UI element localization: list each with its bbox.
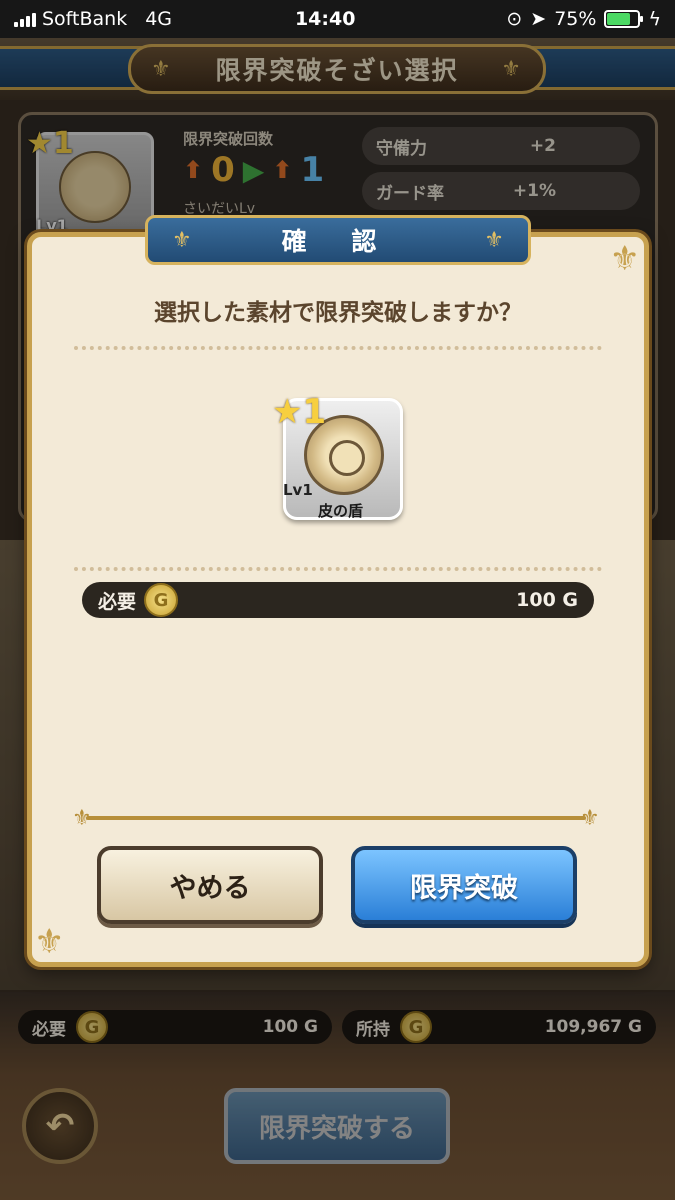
dialog-message: 選択した素材で限界突破しますか？ — [154, 300, 522, 326]
battery-percent: 75% — [554, 8, 597, 30]
required-label: 必要 — [98, 590, 137, 613]
location-icon: ➤ — [530, 8, 547, 30]
right-ornament-icon: ⚜ — [484, 228, 504, 253]
network-label: 4G — [145, 8, 173, 30]
cancel-button[interactable]: やめる — [97, 846, 323, 924]
gold-coin-icon: G — [144, 583, 179, 617]
orientation-lock-icon: ⊙ — [506, 8, 523, 30]
left-ornament-icon: ⚜ — [172, 228, 192, 253]
dotted-divider — [74, 346, 602, 350]
rarity-star-icon: ★1 — [272, 392, 327, 432]
material-level: Lv1 — [283, 481, 313, 499]
right-ornament-icon: ⚜ — [580, 806, 600, 831]
dialog-title: 確 認 — [281, 227, 395, 256]
limit-break-confirm-button[interactable]: 限界突破 — [351, 846, 577, 924]
material-name: 皮の盾 — [318, 502, 364, 520]
battery-icon — [604, 10, 644, 28]
charging-icon: ϟ — [648, 8, 661, 30]
corner-ornament-icon: ⚜ — [609, 239, 640, 279]
carrier-label: SoftBank — [42, 8, 128, 30]
dialog-title-plate: ⚜ 確 認 ⚜ — [145, 215, 531, 265]
corner-ornament-icon: ⚜ — [34, 922, 65, 962]
dotted-divider — [74, 567, 602, 571]
signal-icon — [14, 11, 36, 27]
status-time: 14:40 — [294, 8, 356, 30]
dialog-required-cost: 必要 G 100 G — [82, 582, 594, 618]
required-amount: 100 G — [516, 589, 578, 611]
status-bar: SoftBank 4G 14:40 ⊙ ➤ 75% ϟ — [0, 0, 675, 38]
ornamental-divider — [86, 816, 586, 820]
